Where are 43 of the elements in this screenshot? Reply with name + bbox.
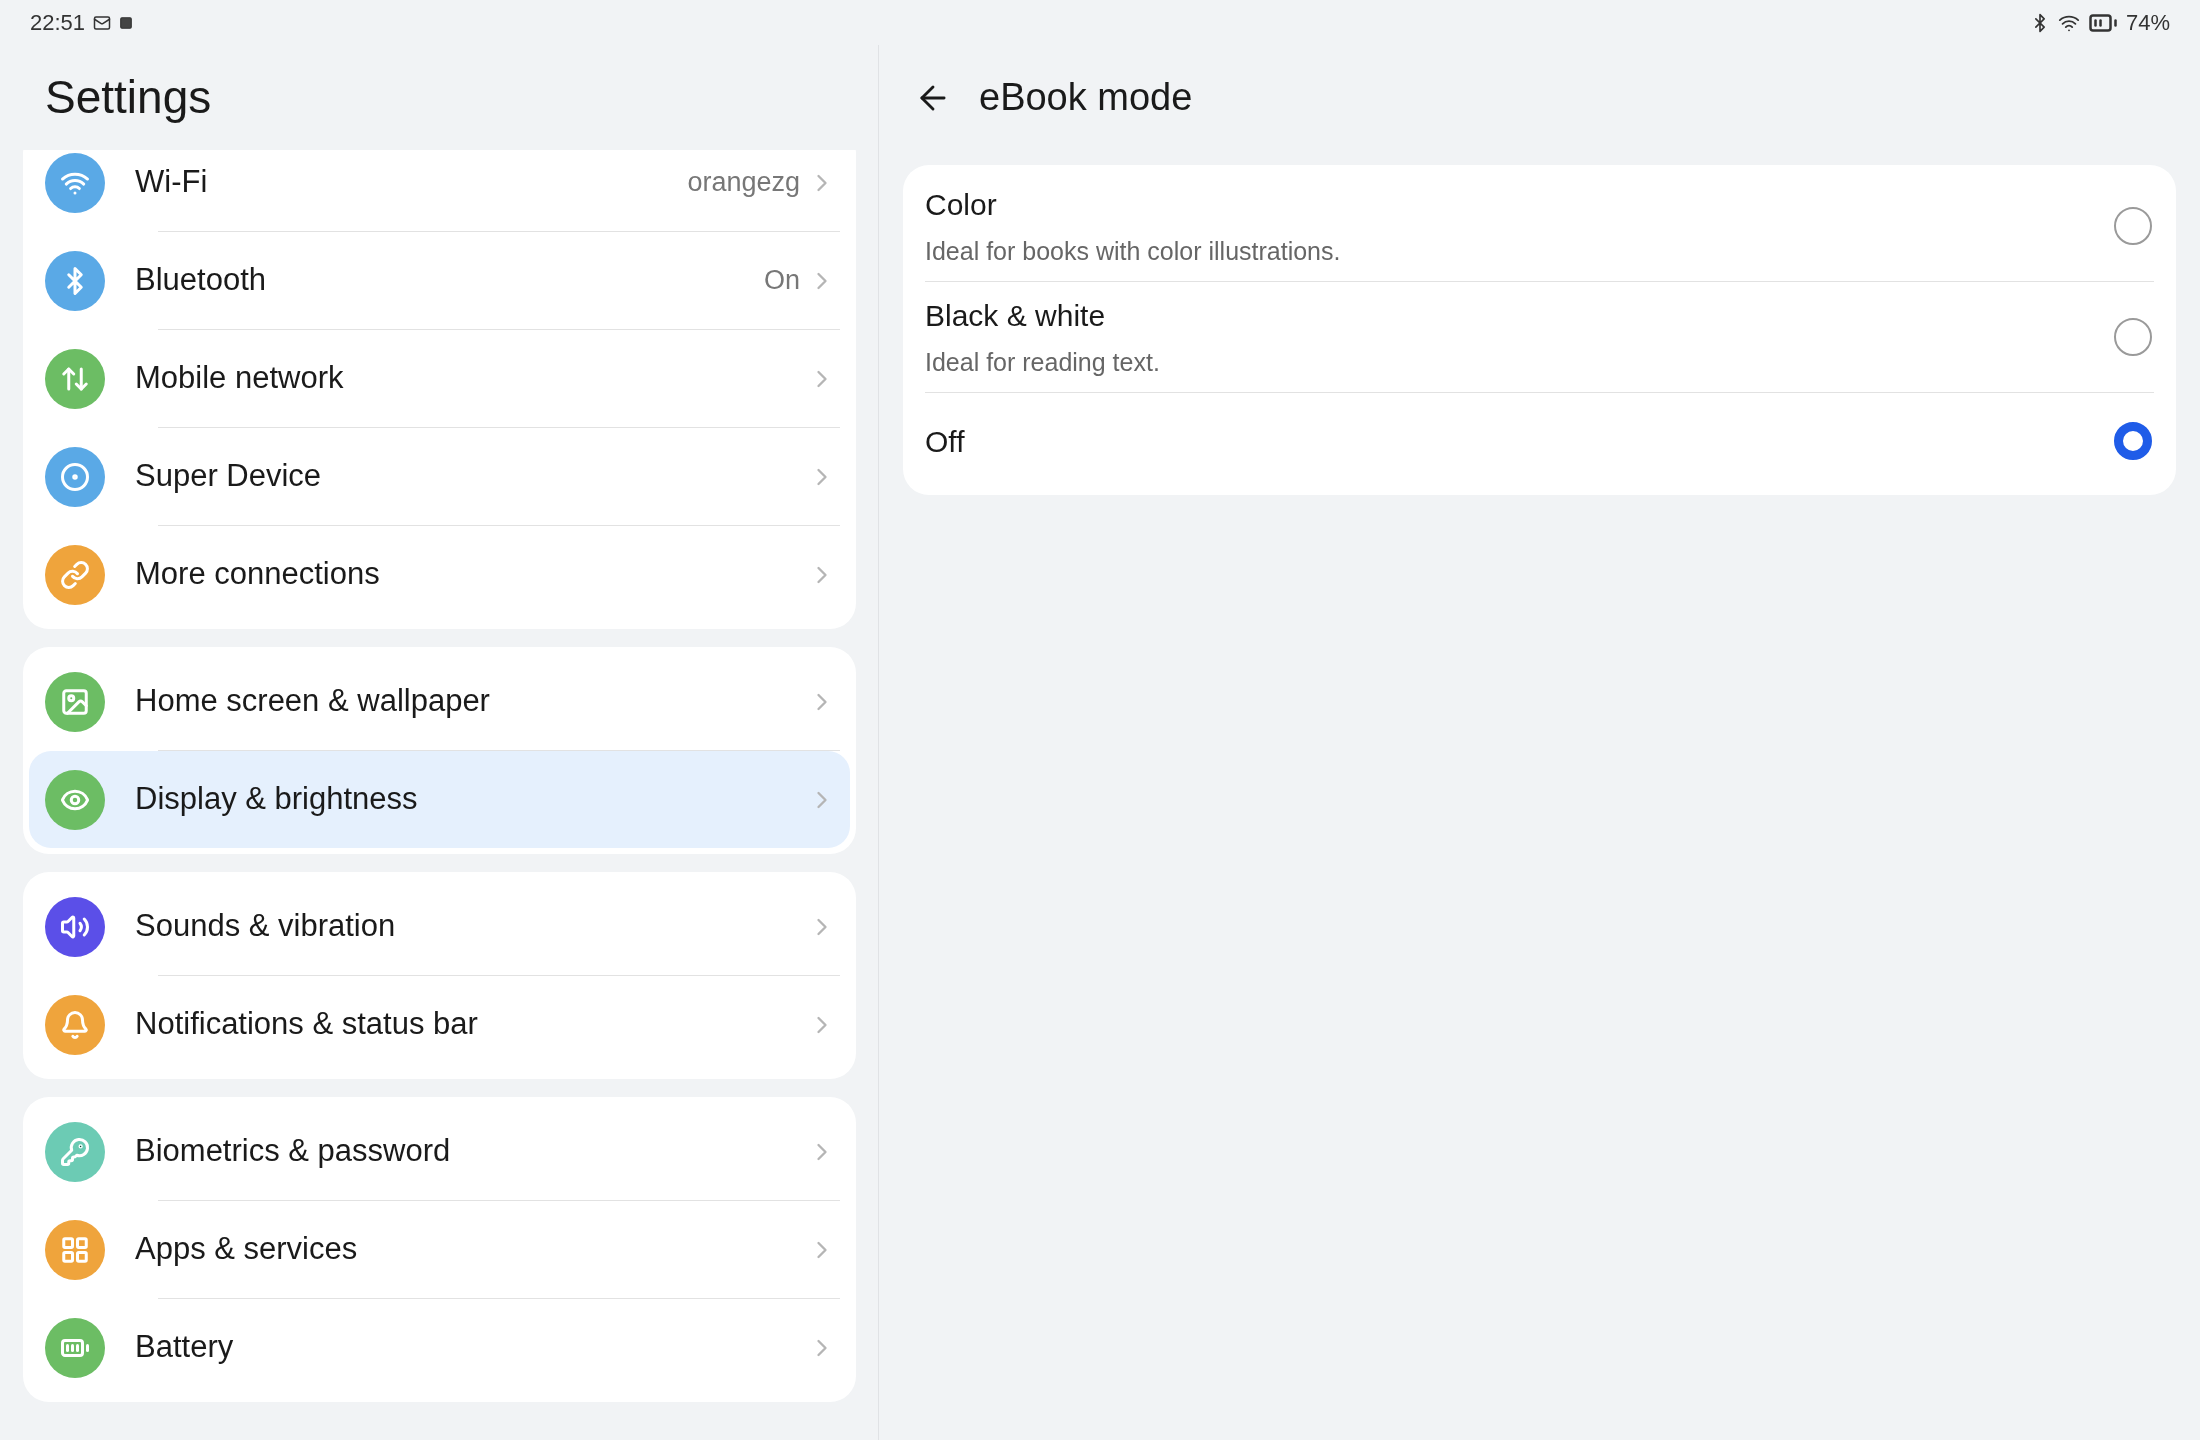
option-label: Color [925,186,998,223]
item-value: orangezg [687,166,800,200]
settings-item[interactable]: Display & brightness [29,751,850,848]
settings-item[interactable]: Super Device [29,428,850,525]
option-label: Off [925,423,966,460]
radio-button[interactable] [2114,422,2152,460]
item-label: Biometrics & password [135,1132,452,1171]
settings-item[interactable]: Biometrics & password [29,1103,850,1200]
item-label: Wi-Fi [135,163,209,202]
radio-button[interactable] [2114,318,2152,356]
option-description: Ideal for reading text. [925,346,1161,378]
radio-button[interactable] [2114,207,2152,245]
app-icon [119,15,134,30]
item-label: Notifications & status bar [135,1005,479,1044]
settings-item[interactable]: Sounds & vibration [29,878,850,975]
item-label: Display & brightness [135,780,419,819]
item-label: Apps & services [135,1230,359,1269]
settings-item[interactable]: Apps & services [29,1201,850,1298]
settings-item[interactable]: Battery [29,1299,850,1396]
item-label: More connections [135,555,381,594]
item-label: Bluetooth [135,261,267,300]
mail-icon [93,13,112,32]
item-label: Battery [135,1328,235,1367]
item-label: Mobile network [135,359,345,398]
option-row[interactable]: Black & white Ideal for reading text. [925,282,2154,392]
settings-item[interactable]: Notifications & status bar [29,976,850,1073]
settings-item[interactable]: More connections [29,526,850,623]
item-label: Sounds & vibration [135,907,397,946]
status-time: 22:51 [30,9,86,37]
settings-item[interactable]: Home screen & wallpaper [29,653,850,750]
settings-title: Settings [45,70,212,125]
option-row[interactable]: Color Ideal for books with color illustrations. [925,171,2154,281]
battery-percent: 74% [2125,9,2170,37]
option-description: Ideal for books with color illustrations. [925,235,1342,267]
item-value: On [763,264,800,298]
option-label: Black & white [925,297,1107,334]
option-row[interactable]: Off [925,393,2154,489]
item-label: Super Device [135,457,323,496]
settings-item[interactable]: Mobile network [29,330,850,427]
settings-item[interactable]: Wi-Fi orangezg [29,150,850,231]
page-title: eBook mode [979,75,1193,120]
item-label: Home screen & wallpaper [135,682,491,721]
settings-item[interactable]: Bluetooth On [29,232,850,329]
